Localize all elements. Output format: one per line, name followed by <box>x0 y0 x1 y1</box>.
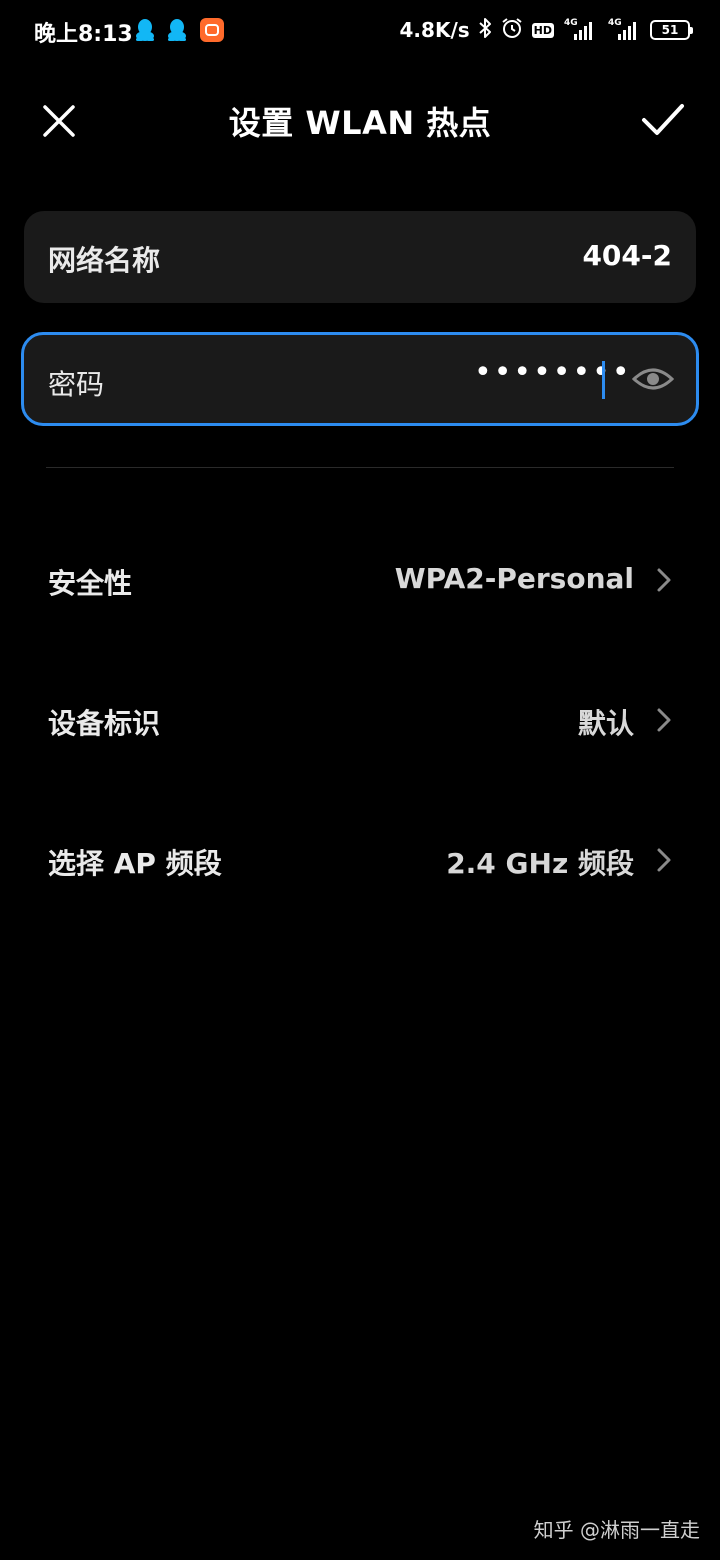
battery-level: 51 <box>661 23 679 37</box>
qq-icon <box>166 18 188 46</box>
qq-icon <box>134 18 156 46</box>
text-cursor <box>602 361 605 399</box>
show-password-toggle[interactable] <box>630 361 676 397</box>
confirm-button[interactable] <box>638 96 688 144</box>
divider <box>46 467 674 468</box>
settings-row-security[interactable]: 安全性 WPA2-Personal <box>0 530 720 630</box>
row-value: WPA2-Personal <box>394 562 634 595</box>
check-icon <box>642 104 684 135</box>
battery-icon: 51 <box>650 20 693 40</box>
network-name-field[interactable]: 网络名称 404-2 <box>24 211 696 303</box>
row-label: 设备标识 <box>48 707 161 740</box>
watermark: 知乎 @淋雨一直走 <box>533 1518 700 1542</box>
row-label: 安全性 <box>48 567 133 600</box>
password-input[interactable]: •••••••• <box>474 355 632 390</box>
page-title: 设置 WLAN 热点 <box>228 104 492 142</box>
settings-row-ap-band[interactable]: 选择 AP 频段 2.4 GHz 频段 <box>0 810 720 910</box>
row-value: 默认 <box>577 707 634 740</box>
eye-icon <box>632 368 674 390</box>
signal-tag: 4G <box>564 18 578 28</box>
status-indicators: 4.8K/s HD 4G 4G 51 <box>399 14 693 46</box>
signal-icon: 4G <box>562 18 598 42</box>
network-name-value[interactable]: 404-2 <box>582 239 672 272</box>
status-bar: 晚上8:13 4.8K/s HD 4G 4G 51 <box>0 0 720 60</box>
chevron-right-icon <box>657 848 671 872</box>
net-speed: 4.8K/s <box>399 18 470 42</box>
password-label: 密码 <box>48 368 105 401</box>
hd-icon: HD <box>531 22 554 38</box>
signal-icon: 4G <box>606 18 642 42</box>
password-field[interactable]: 密码 •••••••• <box>21 332 699 426</box>
settings-row-device-id[interactable]: 设备标识 默认 <box>0 670 720 770</box>
chevron-right-icon <box>657 708 671 732</box>
network-name-label: 网络名称 <box>48 244 161 277</box>
row-value: 2.4 GHz 频段 <box>446 847 634 880</box>
status-time: 晚上8:13 <box>34 22 133 47</box>
alarm-icon <box>500 16 524 44</box>
signal-tag: 4G <box>608 18 622 28</box>
bluetooth-icon <box>478 16 492 44</box>
app-notification-icon <box>200 18 224 46</box>
row-label: 选择 AP 频段 <box>48 847 222 880</box>
chevron-right-icon <box>657 568 671 592</box>
title-bar: 设置 WLAN 热点 <box>0 80 720 160</box>
